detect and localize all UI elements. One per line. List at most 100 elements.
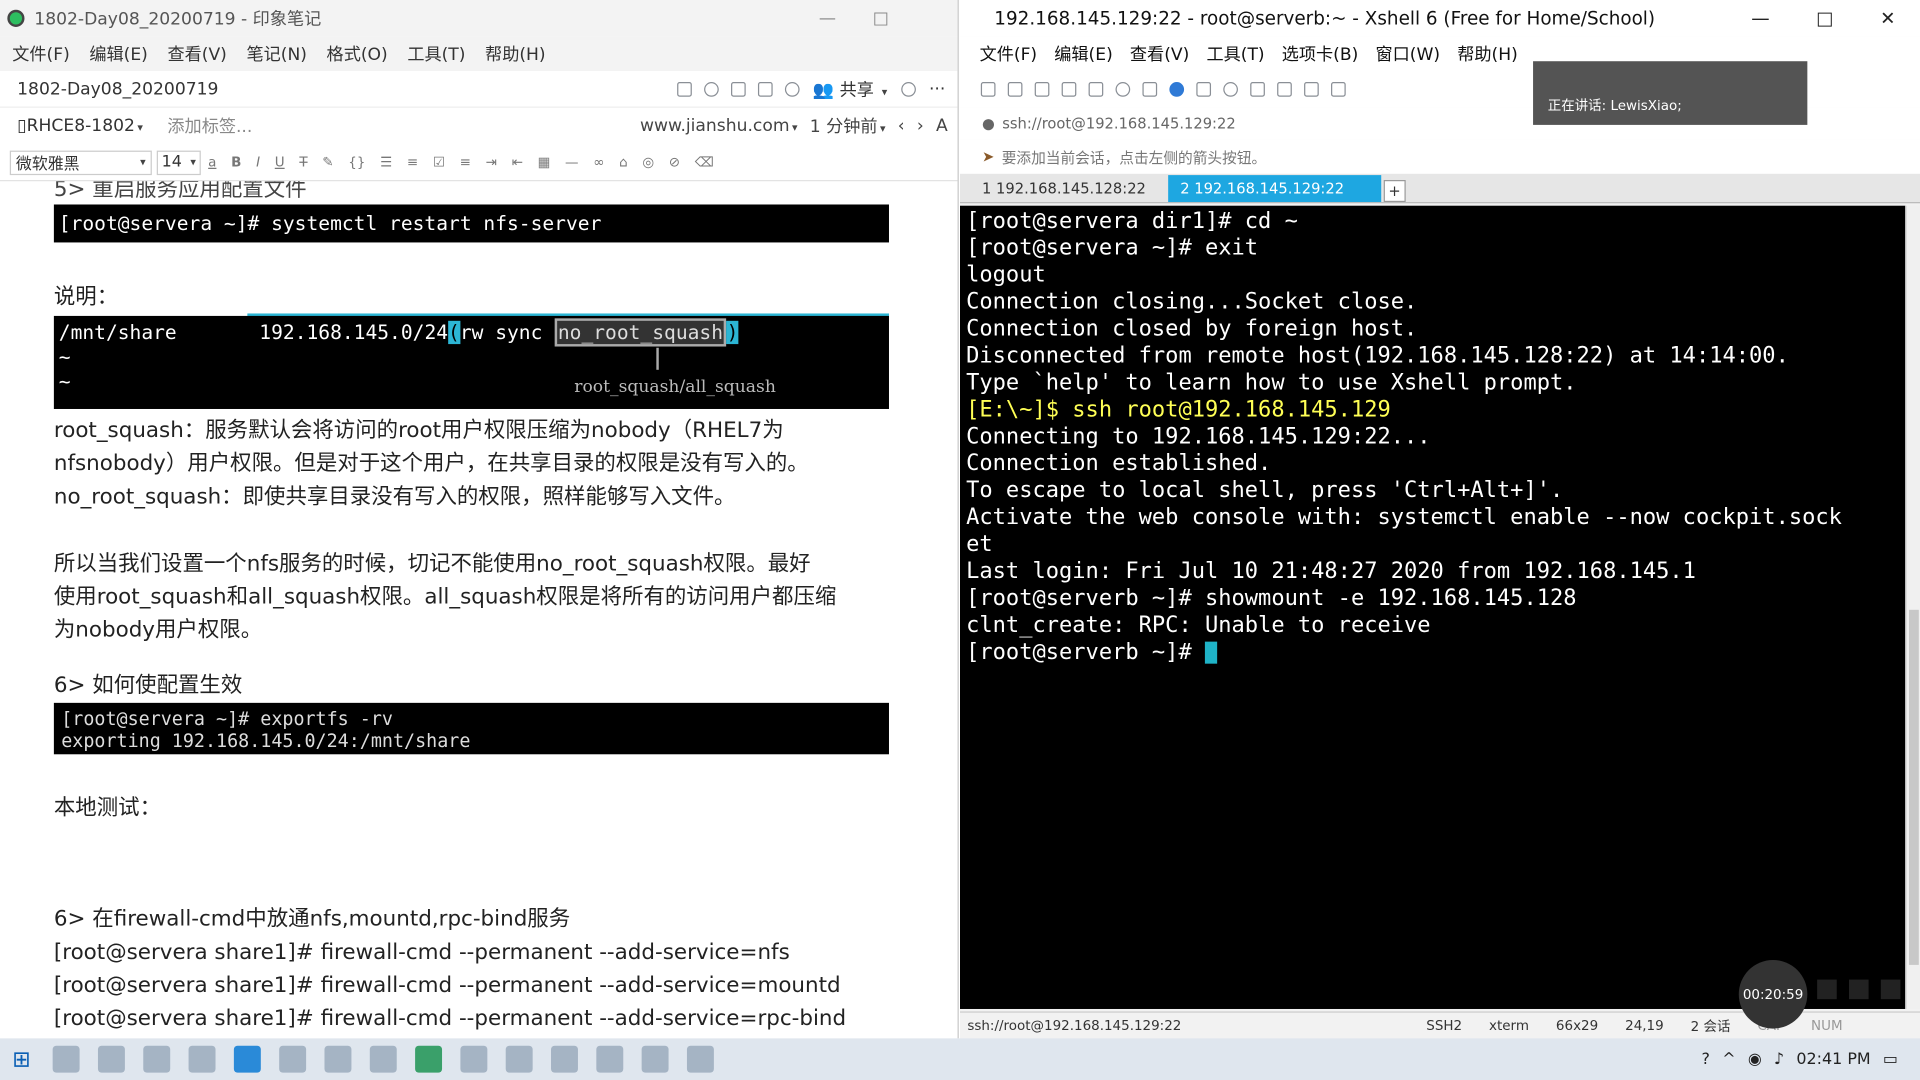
app-icon[interactable] bbox=[143, 1045, 171, 1073]
note-title[interactable]: 1802-Day08_20200719 bbox=[17, 79, 218, 99]
alarm-icon[interactable] bbox=[703, 81, 719, 97]
search-icon[interactable] bbox=[1115, 82, 1131, 97]
numbered-list-icon[interactable]: ≡ bbox=[407, 154, 418, 170]
session-arrow-icon[interactable]: ➤ bbox=[982, 148, 994, 165]
edge-icon[interactable] bbox=[233, 1045, 261, 1073]
fullscreen-icon[interactable] bbox=[1277, 82, 1292, 97]
app-icon[interactable] bbox=[279, 1045, 307, 1073]
clock[interactable]: 02:41 PM bbox=[1796, 1050, 1870, 1068]
app-icon[interactable] bbox=[188, 1045, 216, 1073]
file-explorer-icon[interactable] bbox=[98, 1045, 126, 1073]
xshell-taskbar-icon[interactable] bbox=[415, 1045, 443, 1073]
minimize-icon[interactable]: — bbox=[819, 9, 836, 29]
clear-format-icon[interactable]: ⌫ bbox=[695, 154, 714, 170]
align-icon[interactable]: ≡ bbox=[460, 154, 471, 170]
stop-icon[interactable] bbox=[1848, 979, 1869, 1000]
scrollbar-thumb[interactable] bbox=[1908, 609, 1919, 965]
attach-icon[interactable]: ⌂ bbox=[619, 154, 628, 170]
lock-icon[interactable] bbox=[1304, 82, 1319, 97]
font-family-select[interactable]: 微软雅黑 ▾ bbox=[9, 150, 152, 175]
open-icon[interactable] bbox=[1007, 82, 1023, 97]
app-icon[interactable] bbox=[687, 1045, 714, 1073]
notification-icon[interactable]: ▭ bbox=[1883, 1050, 1898, 1068]
menu-tools[interactable]: 工具(T) bbox=[1206, 42, 1264, 66]
pause-icon[interactable] bbox=[1817, 979, 1837, 1000]
globe-icon[interactable] bbox=[1169, 82, 1185, 97]
terminal-scrollbar[interactable] bbox=[1905, 205, 1920, 1009]
menu-tabs[interactable]: 选项卡(B) bbox=[1282, 42, 1359, 66]
code-icon[interactable]: {} bbox=[348, 154, 365, 170]
strikethrough-icon[interactable]: T bbox=[299, 154, 307, 170]
underline-icon[interactable]: U bbox=[275, 154, 285, 170]
unlink-icon[interactable]: ⊘ bbox=[669, 154, 680, 170]
help-icon[interactable]: ? bbox=[1702, 1050, 1710, 1068]
outdent-icon[interactable]: ⇤ bbox=[512, 154, 523, 170]
menu-file[interactable]: 文件(F) bbox=[12, 42, 70, 66]
menu-edit[interactable]: 编辑(E) bbox=[89, 42, 148, 66]
table-icon[interactable]: ▦ bbox=[538, 154, 551, 170]
font-a-icon[interactable]: A bbox=[936, 116, 948, 136]
menu-view[interactable]: 查看(V) bbox=[1130, 42, 1189, 66]
checkbox-icon[interactable]: ☑ bbox=[433, 154, 445, 170]
forward-icon[interactable]: › bbox=[917, 116, 924, 136]
menu-edit[interactable]: 编辑(E) bbox=[1054, 42, 1113, 66]
app-icon[interactable] bbox=[551, 1045, 579, 1073]
present-icon[interactable] bbox=[757, 81, 773, 97]
share-button[interactable]: 👥 共享 ▾ bbox=[813, 77, 888, 101]
menu-tools[interactable]: 工具(T) bbox=[407, 42, 465, 66]
app-icon[interactable] bbox=[324, 1045, 352, 1073]
properties-icon[interactable] bbox=[1088, 82, 1104, 97]
menu-format[interactable]: 格式(O) bbox=[327, 42, 388, 66]
source-url-link[interactable]: www.jianshu.com ▾ bbox=[640, 116, 798, 136]
highlight-icon[interactable]: ✎ bbox=[322, 154, 333, 170]
note-body[interactable]: 5> 重启服务应用配置文件 [root@servera ~]# systemct… bbox=[0, 181, 959, 1038]
pen-icon[interactable] bbox=[1880, 979, 1901, 1000]
menu-window[interactable]: 窗口(W) bbox=[1375, 42, 1440, 66]
back-icon[interactable]: ‹ bbox=[898, 116, 905, 136]
new-session-icon[interactable] bbox=[980, 82, 996, 97]
app-icon[interactable] bbox=[505, 1045, 533, 1073]
font-icon[interactable] bbox=[1142, 82, 1158, 97]
app-icon[interactable] bbox=[460, 1045, 488, 1073]
minimize-icon[interactable]: — bbox=[1751, 7, 1769, 29]
menu-view[interactable]: 查看(V) bbox=[167, 42, 226, 66]
new-tab-button[interactable]: + bbox=[1383, 180, 1406, 203]
network-icon[interactable]: ◉ bbox=[1748, 1050, 1762, 1068]
compose-icon[interactable] bbox=[1250, 82, 1265, 97]
reconnect-icon[interactable] bbox=[1034, 82, 1050, 97]
menu-help[interactable]: 帮助(H) bbox=[485, 42, 546, 66]
divider-icon[interactable]: — bbox=[565, 154, 578, 170]
tab-session-2[interactable]: 2 192.168.145.129:22 bbox=[1167, 175, 1382, 203]
task-view-icon[interactable] bbox=[52, 1045, 80, 1073]
keyboard-icon[interactable] bbox=[1331, 82, 1346, 97]
xftp-icon[interactable] bbox=[1196, 82, 1212, 97]
italic-icon[interactable]: I bbox=[256, 154, 260, 170]
windows-start-icon[interactable]: ⊞ bbox=[12, 1046, 30, 1072]
terminal[interactable]: [root@servera dir1]# cd ~ [root@servera ~… bbox=[960, 205, 1906, 1009]
menu-file[interactable]: 文件(F) bbox=[980, 42, 1038, 66]
add-tag-field[interactable]: 添加标签... bbox=[167, 114, 252, 138]
link-icon[interactable]: ∞ bbox=[593, 154, 604, 170]
script-icon[interactable] bbox=[1223, 82, 1238, 97]
maximize-icon[interactable]: □ bbox=[873, 9, 889, 29]
more-icon[interactable]: ··· bbox=[929, 79, 945, 99]
maximize-icon[interactable]: □ bbox=[1816, 7, 1833, 29]
info-icon[interactable] bbox=[900, 81, 916, 97]
bold-icon[interactable]: B bbox=[231, 154, 241, 170]
reminder-icon[interactable] bbox=[676, 81, 692, 97]
app-icon[interactable] bbox=[596, 1045, 624, 1073]
recording-timer[interactable]: 00:20:59 bbox=[1738, 960, 1808, 1029]
notebook-selector[interactable]: ▯RHCE8-1802 ▾ bbox=[17, 116, 143, 136]
print-icon[interactable] bbox=[730, 81, 746, 97]
font-size-select[interactable]: 14 ▾ bbox=[156, 150, 201, 175]
chevron-up-icon[interactable]: ^ bbox=[1722, 1050, 1735, 1068]
indent-icon[interactable]: ⇥ bbox=[486, 154, 497, 170]
text-color-icon[interactable]: a bbox=[208, 154, 216, 170]
app-icon[interactable] bbox=[641, 1045, 669, 1073]
menu-note[interactable]: 笔记(N) bbox=[246, 42, 306, 66]
close-icon[interactable]: ✕ bbox=[1880, 7, 1895, 29]
record-icon[interactable]: ◎ bbox=[642, 154, 654, 170]
menu-help[interactable]: 帮助(H) bbox=[1457, 42, 1518, 66]
disconnect-icon[interactable] bbox=[1061, 82, 1077, 97]
bullet-list-icon[interactable]: ☰ bbox=[380, 154, 392, 170]
